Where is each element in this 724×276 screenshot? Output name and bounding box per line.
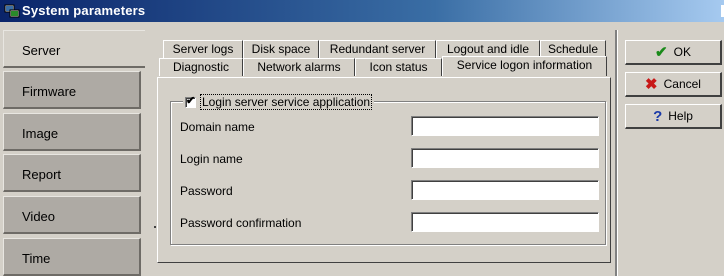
nav-item-label: Video — [22, 209, 56, 224]
password-label: Password — [180, 184, 233, 198]
nav-item-time[interactable]: Time — [3, 238, 141, 276]
login-service-checkbox-row[interactable]: ✔ Login server service application — [183, 94, 375, 110]
password-confirmation-label: Password confirmation — [180, 216, 302, 230]
help-button-label: Help — [668, 109, 693, 123]
question-mark-icon: ? — [653, 107, 663, 125]
nav-item-label: Image — [22, 126, 59, 141]
nav-item-firmware[interactable]: Firmware — [3, 71, 141, 109]
nav-item-server[interactable]: Server — [3, 30, 145, 68]
cancel-button-label: Cancel — [663, 77, 701, 91]
nav-item-label: Report — [22, 167, 62, 182]
close-icon: ✖ — [645, 76, 658, 93]
login-service-checkbox-label: Login server service application — [200, 94, 373, 110]
login-name-label: Login name — [180, 152, 243, 166]
nav-item-label: Time — [22, 251, 51, 266]
tab-network-alarms[interactable]: Network alarms — [243, 58, 355, 76]
title-bar[interactable]: System parameters — [0, 0, 724, 22]
nav-item-video[interactable]: Video — [3, 196, 141, 234]
login-service-checkbox[interactable]: ✔ — [185, 94, 196, 108]
tab-redundant-server[interactable]: Redundant server — [319, 40, 436, 58]
nav-item-label: Firmware — [22, 84, 77, 99]
nav-item-image[interactable]: Image — [3, 113, 141, 151]
cancel-button[interactable]: ✖ Cancel — [625, 72, 722, 97]
domain-name-label: Domain name — [180, 120, 255, 134]
tab-icon-status[interactable]: Icon status — [355, 58, 442, 76]
domain-name-input[interactable] — [411, 116, 599, 136]
nav-item-label: Server — [22, 43, 61, 58]
tab-service-logon-information[interactable]: Service logon information — [442, 56, 607, 76]
ok-button-label: OK — [673, 45, 691, 59]
check-mark-icon: ✔ — [186, 94, 196, 107]
tab-disk-space[interactable]: Disk space — [243, 40, 319, 58]
checkmark-icon: ✔ — [655, 44, 668, 61]
password-confirmation-input[interactable] — [411, 212, 599, 232]
app-icon — [4, 4, 20, 18]
tab-diagnostic[interactable]: Diagnostic — [159, 58, 243, 76]
window-title: System parameters — [22, 3, 146, 18]
button-column-divider — [615, 30, 618, 276]
help-button[interactable]: ? Help — [625, 104, 722, 129]
login-name-input[interactable] — [411, 148, 599, 168]
category-nav: Server Firmware Image Report Video Time — [0, 30, 145, 276]
tab-server-logs[interactable]: Server logs — [163, 40, 243, 58]
nav-item-report[interactable]: Report — [3, 154, 141, 192]
panel-edge-marker — [154, 226, 156, 228]
ok-button[interactable]: ✔ OK — [625, 40, 722, 65]
password-input[interactable] — [411, 180, 599, 200]
